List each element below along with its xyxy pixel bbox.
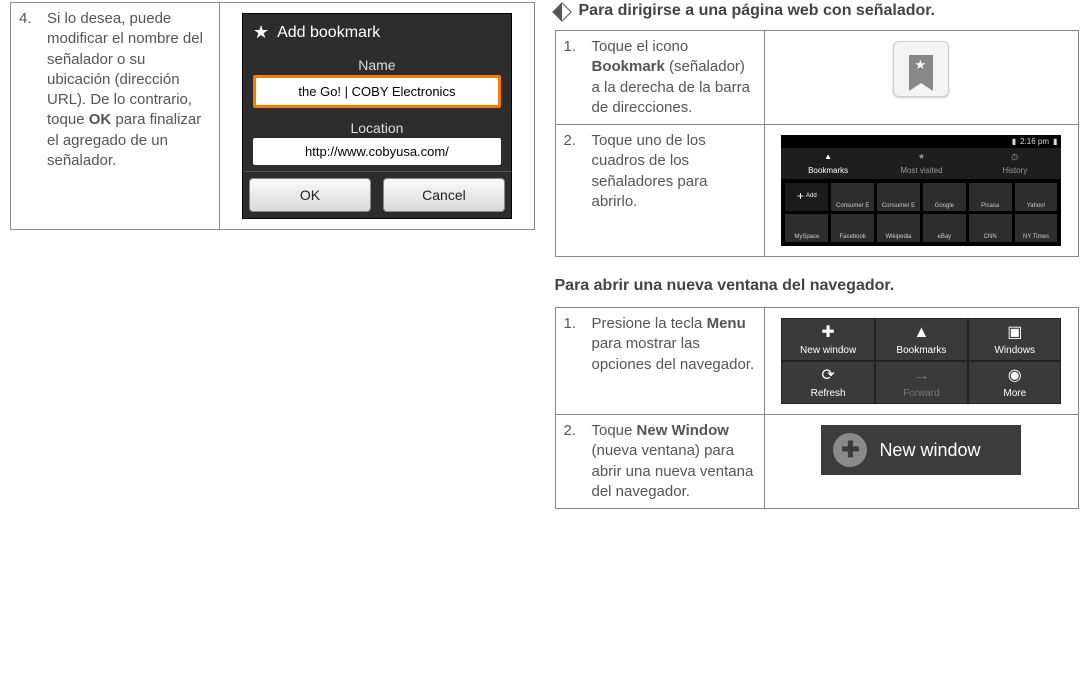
screenshot-bookmarks-grid: ▮ 2:16 pm ▮ ▲ Bookmarks ★ Most visited (781, 135, 1061, 246)
bookmark-nav-table: 1. Toque el icono Bookmark (señalador) a… (555, 30, 1080, 257)
bm-step2-text: 2. Toque uno de los cuadros de los señal… (555, 125, 764, 257)
new-window-label: New window (879, 440, 980, 461)
win-step2-pre: Toque (592, 422, 637, 439)
menu-refresh[interactable]: ⟳Refresh (781, 361, 874, 404)
addbm-location-label: Location (243, 114, 511, 138)
addbm-location-field[interactable]: http://www.cobyusa.com/ (253, 138, 501, 165)
grid-add[interactable]: +Add (785, 183, 828, 211)
menu-new-window[interactable]: ✚New window (781, 318, 874, 361)
battery-icon: ▮ (1053, 137, 1057, 146)
bm-step1-num: 1. (564, 37, 592, 118)
bm-step2-num: 2. (564, 131, 592, 212)
star-icon: ★ (253, 22, 269, 43)
newwindow-menu-icon: ✚ (821, 325, 834, 341)
addbm-name-field[interactable]: the Go! | COBY Electronics (253, 75, 501, 108)
ok-button[interactable]: OK (249, 178, 371, 212)
plus-icon: + (797, 189, 804, 203)
addbm-button-bar: OK Cancel (243, 171, 511, 218)
win-step1-pre: Presione la tecla (592, 315, 707, 332)
heading-bookmark-nav: Para dirigirse a una página web con seña… (555, 2, 1080, 20)
new-window-table: 1. Presione la tecla Menu para mostrar l… (555, 307, 1080, 509)
bm-tabs: ▲ Bookmarks ★ Most visited ◷ History (781, 148, 1061, 179)
bm-step2-img: ▮ 2:16 pm ▮ ▲ Bookmarks ★ Most visited (764, 125, 1078, 257)
tab-bookmarks[interactable]: ▲ Bookmarks (781, 148, 874, 179)
bm-grid: +Add Consumer E Consumer E Google Picasa… (781, 179, 1061, 246)
win-step2-text: 2. Toque New Window (nueva ventana) para… (555, 415, 764, 509)
step4-text-cell: 4. Si lo desea, puede modificar el nombr… (11, 3, 220, 230)
step4-body: Si lo desea, puede modificar el nombre d… (47, 9, 211, 171)
more-menu-icon: ◉ (1008, 368, 1022, 384)
bm-step1-pre: Toque el icono (592, 38, 689, 55)
bookmarks-menu-icon: ▲ (914, 325, 930, 341)
addbm-name-label: Name (243, 51, 511, 75)
ribbon-star-icon: ★ (914, 57, 926, 73)
left-column: 4. Si lo desea, puede modificar el nombr… (0, 0, 545, 696)
screenshot-browser-menu: ✚New window ▲Bookmarks ▣Windows ⟳Refresh… (781, 318, 1061, 404)
status-time: 2:16 pm (1020, 137, 1049, 146)
heading-new-window: Para abrir una nueva ventana del navegad… (555, 277, 1080, 295)
win-step1-num: 1. (564, 314, 592, 375)
win-step2-num: 2. (564, 421, 592, 502)
win-step1-post: para mostrar las opciones del navegador. (592, 335, 755, 372)
bm-step1-img: ★ (764, 31, 1078, 125)
step4-image-cell: ★ Add bookmark Name the Go! | COBY Elect… (220, 3, 534, 230)
grid-cell[interactable]: Facebook (831, 214, 874, 242)
screenshot-add-bookmark: ★ Add bookmark Name the Go! | COBY Elect… (242, 13, 512, 219)
menu-forward[interactable]: →Forward (875, 361, 968, 404)
windows-menu-icon: ▣ (1007, 325, 1022, 341)
addbm-title-row: ★ Add bookmark (243, 14, 511, 51)
menu-windows[interactable]: ▣Windows (968, 318, 1061, 361)
grid-cell[interactable]: Google (923, 183, 966, 211)
grid-cell[interactable]: eBay (923, 214, 966, 242)
bookmark-icon[interactable]: ★ (893, 41, 949, 97)
grid-cell[interactable]: Wikipedia (877, 214, 920, 242)
grid-cell[interactable]: MySpace (785, 214, 828, 242)
win-step1-bold: Menu (707, 315, 746, 332)
cancel-button[interactable]: Cancel (383, 178, 505, 212)
win-step1-img: ✚New window ▲Bookmarks ▣Windows ⟳Refresh… (764, 308, 1078, 415)
step4-bold: OK (89, 111, 112, 128)
grid-cell[interactable]: Consumer E (831, 183, 874, 211)
menu-more[interactable]: ◉More (968, 361, 1061, 404)
bm-step2-body: Toque uno de los cuadros de los señalado… (592, 131, 756, 212)
circle-plus-icon: ✚ (833, 433, 867, 467)
history-tab-icon: ◷ (1009, 152, 1021, 164)
win-step2-bold: New Window (637, 422, 729, 439)
win-step2-post: (nueva ventana) para abrir una nueva ven… (592, 442, 754, 500)
ribbon-icon: ★ (909, 55, 933, 83)
bookmark-tab-icon: ▲ (822, 152, 834, 164)
bm-step1-text: 1. Toque el icono Bookmark (señalador) a… (555, 31, 764, 125)
tab-history[interactable]: ◷ History (968, 148, 1061, 179)
grid-cell[interactable]: Consumer E (877, 183, 920, 211)
heading1-text: Para dirigirse a una página web con seña… (579, 2, 936, 20)
addbookmark-step-table: 4. Si lo desea, puede modificar el nombr… (10, 2, 535, 230)
screenshot-new-window-button[interactable]: ✚ New window (821, 425, 1021, 475)
grid-cell[interactable]: Yahoo! (1015, 183, 1058, 211)
addbm-title: Add bookmark (277, 24, 380, 42)
bm-step1-bold: Bookmark (592, 58, 665, 75)
right-column: Para dirigirse a una página web con seña… (545, 0, 1089, 696)
grid-cell[interactable]: Picasa (969, 183, 1012, 211)
menu-bookmarks[interactable]: ▲Bookmarks (875, 318, 968, 361)
tab-most-visited[interactable]: ★ Most visited (875, 148, 968, 179)
signal-icon: ▮ (1012, 137, 1016, 146)
status-bar: ▮ 2:16 pm ▮ (781, 135, 1061, 148)
grid-cell[interactable]: CNN (969, 214, 1012, 242)
step4-number: 4. (19, 9, 47, 171)
refresh-menu-icon: ⟳ (821, 368, 834, 384)
mostvisited-tab-icon: ★ (915, 152, 927, 164)
diamond-icon (552, 2, 572, 22)
win-step1-text: 1. Presione la tecla Menu para mostrar l… (555, 308, 764, 415)
win-step2-img: ✚ New window (764, 415, 1078, 509)
forward-menu-icon: → (913, 368, 929, 384)
grid-cell[interactable]: NY Times (1015, 214, 1058, 242)
